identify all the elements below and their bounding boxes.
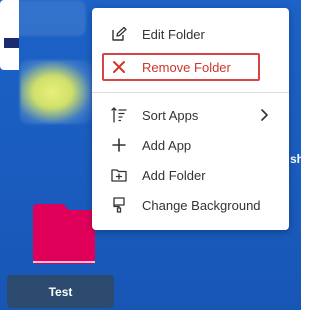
edit-icon	[111, 26, 127, 42]
close-icon	[111, 59, 127, 75]
sort-icon	[111, 107, 127, 123]
context-menu: Edit Folder Remove Folder Sort Apps Add …	[92, 8, 289, 230]
add-app-menu-item[interactable]: Add App	[92, 130, 289, 160]
add-folder-label: Add Folder	[142, 167, 206, 183]
background-tile	[6, 0, 86, 36]
menu-divider	[92, 92, 289, 93]
background-app-tile	[20, 60, 92, 124]
sort-apps-menu-item[interactable]: Sort Apps	[92, 100, 289, 130]
background-app-label: sh	[290, 152, 301, 166]
folder-icon[interactable]	[31, 202, 97, 266]
folder-name-label[interactable]: Test	[7, 275, 114, 308]
add-folder-menu-item[interactable]: Add Folder	[92, 160, 289, 190]
folder-plus-icon	[111, 167, 127, 183]
edit-folder-menu-item[interactable]: Edit Folder	[92, 19, 289, 49]
plus-icon	[111, 137, 127, 153]
edit-folder-label: Edit Folder	[142, 26, 205, 42]
change-background-label: Change Background	[142, 197, 261, 213]
paint-roller-icon	[111, 197, 127, 213]
background-app-card-stripe	[4, 38, 19, 48]
remove-folder-menu-item[interactable]: Remove Folder	[102, 53, 260, 81]
add-app-label: Add App	[142, 137, 192, 153]
change-background-menu-item[interactable]: Change Background	[92, 190, 289, 220]
remove-folder-label: Remove Folder	[142, 59, 231, 75]
sort-apps-label: Sort Apps	[142, 107, 199, 123]
chevron-right-icon	[261, 109, 268, 121]
